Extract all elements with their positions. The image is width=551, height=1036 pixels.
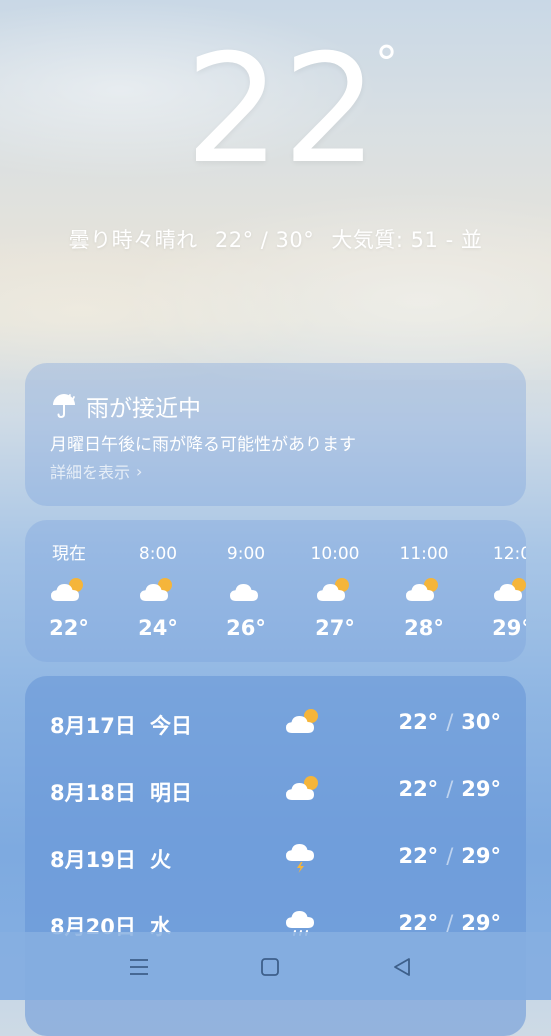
day-name: 明日 — [150, 781, 192, 805]
daily-row[interactable]: 8月17日 今日 22° / 30° — [25, 704, 526, 744]
partly-cloudy-icon — [286, 709, 318, 733]
back-triangle-icon[interactable] — [387, 952, 417, 982]
view-details-label: 詳細を表示 — [50, 463, 131, 482]
hour-temperature: 26° — [226, 616, 266, 640]
day-temperature-range: 22° / 29° — [398, 844, 501, 868]
high-temperature: 29° — [461, 777, 501, 801]
hour-time: 現在 — [52, 544, 86, 564]
alert-description: 月曜日午後に雨が降る可能性があります — [50, 435, 356, 455]
temperature-range: 22° / 30° — [214, 228, 315, 252]
hourly-item: 12:0 29° — [477, 542, 526, 640]
hour-time: 8:00 — [138, 544, 178, 564]
hourly-item: 8:00 24° — [123, 542, 193, 640]
partly-cloudy-icon — [286, 776, 318, 800]
day-date: 8月19日 — [50, 848, 136, 872]
condition-text: 曇り時々晴れ — [68, 228, 198, 252]
day-temperature-range: 22° / 29° — [398, 777, 501, 801]
partly-cloudy-icon — [317, 578, 349, 601]
cloudy-icon — [230, 584, 258, 601]
hour-temperature: 27° — [315, 616, 355, 640]
hourly-item: 9:00 26° — [211, 542, 281, 640]
day-name: 火 — [150, 848, 171, 872]
hour-time: 9:00 — [226, 544, 266, 564]
chevron-right-icon: › — [136, 461, 143, 481]
alert-header: 雨が接近中 — [50, 389, 201, 423]
day-temperature-range: 22° / 30° — [398, 710, 501, 734]
partly-cloudy-icon — [406, 578, 438, 601]
umbrella-icon — [53, 394, 75, 419]
low-temperature: 22° — [398, 777, 439, 801]
degree-symbol: ° — [375, 36, 398, 90]
hour-temperature: 29° — [492, 616, 526, 640]
hour-temperature: 28° — [404, 616, 444, 640]
hourly-item: 現在 22° — [34, 542, 104, 640]
partly-cloudy-icon — [51, 578, 83, 601]
daily-row[interactable]: 8月18日 明日 22° / 29° — [25, 771, 526, 811]
temperature-separator: / — [446, 710, 454, 734]
partly-cloudy-icon — [140, 578, 172, 601]
low-temperature: 22° — [398, 710, 439, 734]
day-name: 今日 — [150, 714, 192, 738]
hourly-item: 11:00 28° — [389, 542, 459, 640]
day-date: 8月18日 — [50, 781, 136, 805]
hour-time: 12:0 — [492, 544, 526, 564]
current-temperature: 22 — [185, 23, 380, 197]
rain-alert-card[interactable]: 雨が接近中 月曜日午後に雨が降る可能性があります 詳細を表示 › — [25, 363, 526, 506]
temperature-separator: / — [446, 777, 454, 801]
system-navigation-bar — [0, 932, 551, 1000]
hour-temperature: 22° — [49, 616, 89, 640]
low-temperature: 22° — [398, 844, 439, 868]
hourly-item: 10:00 27° — [300, 542, 370, 640]
alert-title: 雨が接近中 — [86, 396, 201, 422]
temperature-separator: / — [446, 844, 454, 868]
high-temperature: 30° — [461, 710, 501, 734]
menu-icon[interactable] — [124, 952, 154, 982]
hour-time: 11:00 — [399, 544, 449, 564]
hour-time: 10:00 — [310, 544, 360, 564]
view-details-link[interactable]: 詳細を表示 › — [50, 459, 142, 483]
home-square-icon[interactable] — [255, 952, 285, 982]
high-temperature: 29° — [461, 844, 501, 868]
air-quality[interactable]: 大気質: 51 - 並 — [331, 228, 482, 252]
hourly-forecast-card[interactable]: 現在 22° 8:00 24° 9:00 26° 10:00 27° 11:00 — [25, 520, 526, 662]
current-summary: 曇り時々晴れ 22° / 30° 大気質: 51 - 並 — [0, 224, 551, 254]
daily-row[interactable]: 8月19日 火 22° / 29° — [25, 838, 526, 878]
thunderstorm-icon — [286, 844, 314, 873]
day-date: 8月17日 — [50, 714, 136, 738]
partly-cloudy-icon — [494, 578, 526, 601]
hour-temperature: 24° — [138, 616, 178, 640]
